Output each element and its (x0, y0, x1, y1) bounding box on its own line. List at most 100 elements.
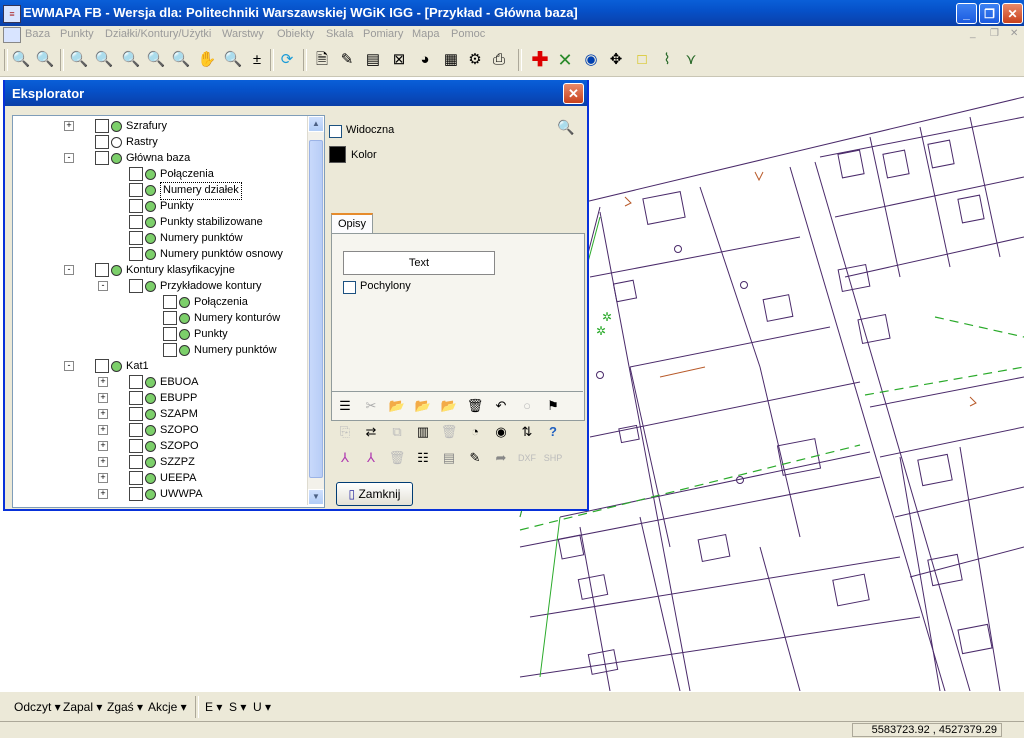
scroll-thumb[interactable] (309, 140, 323, 478)
color-icon[interactable]: ◕ (414, 49, 436, 71)
mdi-minimize-button[interactable]: _ (970, 28, 976, 39)
zamknij-button[interactable]: ▯ Zamknij (336, 482, 413, 506)
zgas-button[interactable]: Zgaś ▾ (107, 700, 143, 714)
visibility-icon[interactable] (145, 281, 156, 292)
tree-node-label[interactable]: Szrafury (126, 118, 167, 134)
visibility-icon[interactable] (145, 457, 156, 468)
tools-icon[interactable]: ⚙ (464, 49, 486, 71)
preview-icon[interactable]: 🗎 (311, 49, 333, 71)
explorer-titlebar[interactable]: Eksplorator ✕ (5, 80, 587, 106)
tree-expander[interactable]: - (64, 153, 74, 163)
properties-icon[interactable]: ▦ (440, 49, 462, 71)
tree-node-label[interactable]: SZOPO (160, 438, 199, 454)
tree-node-label[interactable]: UEEPA (160, 470, 196, 486)
tree-node-label[interactable]: Rastry (126, 134, 158, 150)
export-shp-icon[interactable]: SHP (543, 448, 563, 468)
move-icon[interactable]: ✥ (605, 49, 627, 71)
minimize-button[interactable]: _ (956, 3, 977, 24)
edit-pencil-icon[interactable]: ✎ (336, 49, 358, 71)
tree-node-label[interactable]: Numery punktów (160, 230, 243, 246)
visibility-icon[interactable] (145, 169, 156, 180)
zoom-in-icon[interactable]: 🔍 (10, 49, 32, 71)
tree-list-icon[interactable]: ☰ (335, 396, 355, 416)
tree-expander[interactable]: + (98, 425, 108, 435)
tree-node-label[interactable]: UWWPA (160, 486, 203, 502)
layers-icon[interactable]: ▤ (362, 49, 384, 71)
visibility-icon[interactable] (179, 297, 190, 308)
tree-expander[interactable]: + (98, 393, 108, 403)
menu-baza[interactable]: Baza (25, 28, 50, 40)
move-layer-icon[interactable]: ⇄ (361, 422, 381, 442)
e-button[interactable]: E ▾ (205, 700, 222, 714)
visibility-icon[interactable] (111, 121, 122, 132)
menu-dzialki[interactable]: Działki/Kontury/Użytki (105, 28, 211, 40)
pan-hand-icon[interactable]: ✋ (196, 49, 218, 71)
polyline-icon[interactable]: ⋎ (680, 49, 702, 71)
delete-icon[interactable]: ✕ (554, 49, 576, 71)
help-icon[interactable]: ? (543, 422, 563, 442)
visibility-icon[interactable] (145, 233, 156, 244)
edit-icon[interactable]: ✎ (465, 448, 485, 468)
s-button[interactable]: S ▾ (229, 700, 246, 714)
zoom-object-icon[interactable]: 🔍 (145, 49, 167, 71)
visibility-icon[interactable] (111, 361, 122, 372)
tree-expander[interactable]: + (98, 441, 108, 451)
sort-icon[interactable]: ⇅ (517, 422, 537, 442)
table-icon[interactable]: ▤ (439, 448, 459, 468)
visibility-icon[interactable] (145, 409, 156, 420)
menu-warstwy[interactable]: Warstwy (222, 28, 264, 40)
tree-expander[interactable]: + (98, 473, 108, 483)
export-icon[interactable]: ➦ (491, 448, 511, 468)
tree-node-label[interactable]: Punkty (160, 198, 194, 214)
trash-icon[interactable]: 🗑 (465, 396, 485, 416)
visibility-icon[interactable] (145, 473, 156, 484)
trash-disabled-icon[interactable]: 🗑 (439, 422, 459, 442)
menu-punkty[interactable]: Punkty (60, 28, 94, 40)
zoom-layer-icon[interactable]: 🔍 (557, 119, 575, 137)
export-dxf-icon[interactable]: DXF (517, 448, 537, 468)
u-button[interactable]: U ▾ (253, 700, 271, 714)
zapal-button[interactable]: Zapal ▾ (63, 700, 102, 714)
tree-node-label[interactable]: EBUOA (160, 374, 199, 390)
open-folder-icon[interactable]: 📂 (413, 396, 433, 416)
mdi-restore-button[interactable]: ❐ (990, 28, 999, 39)
close-button[interactable]: ✕ (1002, 3, 1023, 24)
visibility-icon[interactable] (145, 393, 156, 404)
tree-expander[interactable]: + (64, 121, 74, 131)
tree-expander[interactable]: + (98, 409, 108, 419)
polygon-icon[interactable]: ⌇ (656, 49, 678, 71)
visibility-icon[interactable] (145, 441, 156, 452)
visibility-icon[interactable] (179, 329, 190, 340)
menu-pomiary[interactable]: Pomiary (363, 28, 403, 40)
color-swatch[interactable] (329, 146, 346, 163)
tree-node-label[interactable]: Połączenia (160, 166, 214, 182)
scroll-down-button[interactable]: ▼ (308, 489, 324, 505)
pick-icon[interactable]: ⚑ (543, 396, 563, 416)
tree-node-label[interactable]: SZAPM (160, 406, 198, 422)
mdi-icon[interactable] (3, 27, 21, 43)
menu-obiekty[interactable]: Obiekty (277, 28, 314, 40)
zoom-scale-icon[interactable]: ± (246, 49, 268, 71)
merge-disabled-icon[interactable]: ⧉ (387, 422, 407, 442)
explorer-close-button[interactable]: ✕ (563, 83, 584, 104)
visibility-icon[interactable] (111, 153, 122, 164)
circle-disabled-icon[interactable]: ○ (517, 396, 537, 416)
trash-disabled-icon[interactable]: 🗑 (387, 448, 407, 468)
eye-icon[interactable]: ◉ (491, 422, 511, 442)
visibility-icon[interactable] (145, 425, 156, 436)
tree-node-label[interactable]: SZZPZ (160, 454, 195, 470)
save-folder-icon[interactable]: 📂 (439, 396, 459, 416)
tree-node-label[interactable]: Numery punktów (194, 342, 277, 358)
scroll-up-button[interactable]: ▲ (308, 116, 324, 132)
visibility-icon[interactable] (111, 137, 122, 148)
tree-node-label[interactable]: Połączenia (194, 294, 248, 310)
mdi-close-button[interactable]: ✕ (1010, 28, 1018, 39)
tree-node-label[interactable]: EBUPP (160, 390, 197, 406)
visibility-icon[interactable] (111, 265, 122, 276)
visibility-icon[interactable] (145, 377, 156, 388)
copy-disabled-icon[interactable]: ⎘ (335, 422, 355, 442)
zoom-all-icon[interactable]: 🔍 (93, 49, 115, 71)
visibility-icon[interactable] (145, 217, 156, 228)
pochylony-checkbox[interactable] (343, 281, 356, 294)
zoom-extent-icon[interactable]: 🔍 (120, 49, 142, 71)
